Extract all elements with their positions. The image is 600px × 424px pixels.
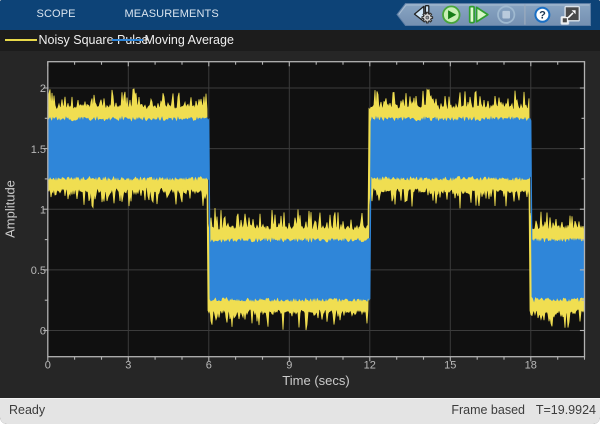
svg-text:18: 18: [525, 360, 537, 372]
svg-text:15: 15: [444, 360, 456, 372]
svg-text:0: 0: [45, 360, 51, 372]
svg-text:Time (secs): Time (secs): [282, 373, 349, 388]
svg-text:Amplitude: Amplitude: [3, 180, 18, 238]
svg-text:6: 6: [206, 360, 212, 372]
svg-text:2: 2: [40, 83, 46, 95]
svg-text:1: 1: [40, 204, 46, 216]
svg-text:0: 0: [40, 326, 46, 338]
svg-text:0.5: 0.5: [31, 265, 46, 277]
svg-text:9: 9: [286, 360, 292, 372]
svg-text:?: ?: [539, 10, 546, 22]
svg-text:1.5: 1.5: [31, 144, 46, 156]
svg-text:12: 12: [364, 360, 376, 372]
svg-text:3: 3: [125, 360, 131, 372]
